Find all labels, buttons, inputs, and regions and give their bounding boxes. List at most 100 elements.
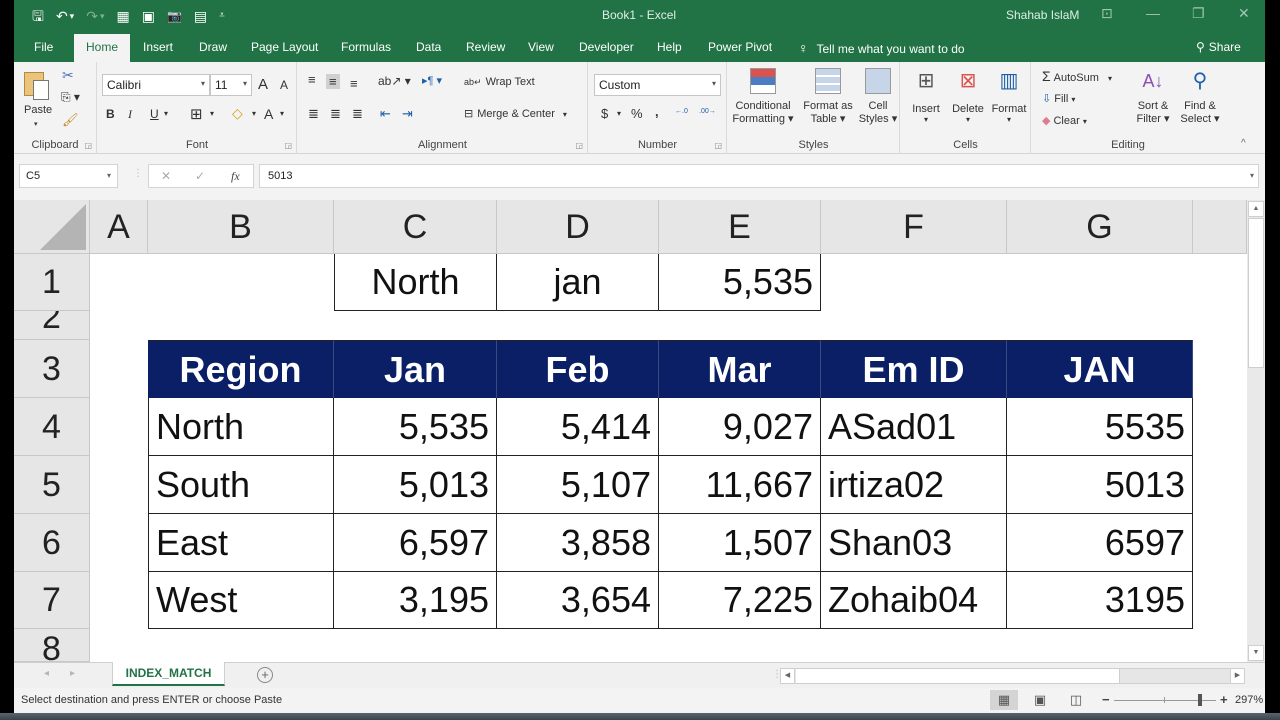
clear-button[interactable]: ◆ Clear ▾: [1042, 114, 1087, 127]
currency-button[interactable]: $: [601, 106, 608, 121]
table-header-jan[interactable]: JAN: [1007, 340, 1193, 398]
column-header-a[interactable]: A: [90, 200, 148, 254]
print-preview-icon[interactable]: ▣: [142, 6, 155, 26]
row-header-4[interactable]: 4: [14, 398, 90, 456]
alignment-launcher-icon[interactable]: ◲: [575, 141, 583, 150]
format-cells-button[interactable]: ▥ Format ▾: [989, 68, 1029, 134]
table-cell[interactable]: 3195: [1007, 572, 1193, 629]
borders-dropdown-icon[interactable]: ▾: [210, 109, 214, 118]
font-color-button[interactable]: A: [264, 106, 273, 122]
column-header-g[interactable]: G: [1007, 200, 1193, 254]
column-header-e[interactable]: E: [659, 200, 821, 254]
merge-center-button[interactable]: ⊟ Merge & Center ▾: [464, 107, 567, 120]
tab-home[interactable]: Home: [74, 34, 131, 62]
increase-indent-icon[interactable]: ⇥: [402, 106, 413, 122]
column-header-b[interactable]: B: [148, 200, 334, 254]
font-color-dropdown-icon[interactable]: ▾: [280, 109, 284, 118]
sheet-tab-index-match[interactable]: INDEX_MATCH: [112, 662, 225, 686]
row-header-5[interactable]: 5: [14, 456, 90, 514]
delete-cells-button[interactable]: ⊠ Delete ▾: [949, 68, 987, 134]
normal-view-icon[interactable]: ▦: [990, 690, 1018, 710]
table-cell[interactable]: Zohaib04: [821, 572, 1007, 629]
collapse-ribbon-icon[interactable]: ^: [1241, 138, 1246, 149]
table-header-mar[interactable]: Mar: [659, 340, 821, 398]
table-cell[interactable]: North: [148, 398, 334, 456]
tab-power-pivot[interactable]: Power Pivot: [708, 40, 772, 54]
lookup-cell-result[interactable]: 5,535: [659, 254, 821, 311]
decrease-indent-icon[interactable]: ⇤: [380, 106, 391, 122]
underline-dropdown-icon[interactable]: ▾: [164, 109, 168, 118]
horizontal-scroll-thumb[interactable]: [796, 669, 1120, 683]
minimize-icon[interactable]: —: [1146, 5, 1160, 21]
ribbon-display-options-icon[interactable]: ⊡: [1101, 5, 1113, 22]
page-break-view-icon[interactable]: ◫: [1062, 690, 1090, 710]
table-cell[interactable]: 5,013: [334, 456, 497, 514]
row-header-8[interactable]: 8: [14, 629, 90, 662]
lookup-cell-region[interactable]: North: [334, 254, 497, 311]
table-cell[interactable]: West: [148, 572, 334, 629]
scroll-up-icon[interactable]: ▲: [1248, 201, 1264, 217]
autosum-button[interactable]: Σ AutoSum ▾: [1042, 68, 1112, 84]
tab-data[interactable]: Data: [416, 40, 441, 54]
sort-filter-button[interactable]: A↓ Sort & Filter ▾: [1132, 68, 1174, 134]
next-sheet-icon[interactable]: ▸: [70, 668, 75, 679]
font-size-combo[interactable]: 11 ▾: [210, 74, 252, 96]
restore-icon[interactable]: ❐: [1192, 5, 1205, 22]
horizontal-scrollbar[interactable]: ◀ ▶: [780, 668, 1245, 684]
tab-formulas[interactable]: Formulas: [341, 40, 391, 54]
currency-dropdown-icon[interactable]: ▾: [617, 109, 621, 118]
row-header-3[interactable]: 3: [14, 340, 90, 398]
table-cell[interactable]: ASad01: [821, 398, 1007, 456]
table-cell[interactable]: 6,597: [334, 514, 497, 572]
copy-icon[interactable]: ⎘ ▾: [61, 90, 80, 105]
close-icon[interactable]: ✕: [1238, 5, 1250, 22]
borders-icon[interactable]: ⊞: [190, 105, 203, 123]
align-right-icon[interactable]: ≣: [352, 106, 363, 122]
table-cell[interactable]: 3,654: [497, 572, 659, 629]
lookup-cell-month[interactable]: jan: [497, 254, 659, 311]
page-layout-view-icon[interactable]: ▣: [1026, 690, 1054, 710]
table-cell[interactable]: 3,858: [497, 514, 659, 572]
redo-dropdown-icon[interactable]: ▾: [100, 6, 105, 26]
zoom-slider-knob[interactable]: [1198, 694, 1203, 706]
table-cell[interactable]: 11,667: [659, 456, 821, 514]
cell-styles-button[interactable]: Cell Styles ▾: [858, 68, 898, 134]
undo-icon[interactable]: ↶: [56, 6, 68, 26]
increase-decimal-button[interactable]: ←.0: [675, 108, 688, 115]
cancel-entry-icon[interactable]: ✕: [161, 169, 171, 183]
comma-button[interactable]: ,: [655, 104, 659, 119]
table-cell[interactable]: 6597: [1007, 514, 1193, 572]
paste-button[interactable]: Paste: [24, 104, 52, 116]
tab-help[interactable]: Help: [657, 40, 682, 54]
table-header-em-id[interactable]: Em ID: [821, 340, 1007, 398]
save-icon[interactable]: 🖫: [32, 6, 44, 26]
table-cell[interactable]: 5013: [1007, 456, 1193, 514]
table-cell[interactable]: 5535: [1007, 398, 1193, 456]
table-cell[interactable]: 7,225: [659, 572, 821, 629]
undo-dropdown-icon[interactable]: ▾: [70, 6, 75, 26]
find-select-button[interactable]: ⚲ Find & Select ▾: [1178, 68, 1222, 134]
zoom-level[interactable]: 297%: [1235, 694, 1263, 706]
insert-function-icon[interactable]: fx: [231, 169, 240, 184]
clipboard-launcher-icon[interactable]: ◲: [84, 141, 92, 150]
align-center-icon[interactable]: ≣: [330, 106, 341, 122]
conditional-formatting-button[interactable]: Conditional Formatting ▾: [732, 68, 794, 134]
tab-file[interactable]: File: [34, 40, 53, 54]
wrap-text-button[interactable]: ab↵ Wrap Text: [464, 76, 535, 88]
top-align-icon[interactable]: ≡: [308, 72, 316, 87]
tab-developer[interactable]: Developer: [579, 40, 634, 54]
tab-view[interactable]: View: [528, 40, 554, 54]
table-header-region[interactable]: Region: [148, 340, 334, 398]
decrease-decimal-button[interactable]: .00→: [699, 108, 716, 115]
scroll-left-icon[interactable]: ◀: [781, 669, 795, 683]
insert-cells-button[interactable]: ⊞ Insert ▾: [907, 68, 945, 134]
camera-icon[interactable]: 📷: [167, 6, 182, 26]
vertical-scrollbar[interactable]: ▲ ▼: [1247, 200, 1265, 662]
table-cell[interactable]: 5,107: [497, 456, 659, 514]
column-header-f[interactable]: F: [821, 200, 1007, 254]
font-name-combo[interactable]: Calibri ▾: [102, 74, 210, 96]
zoom-out-button[interactable]: −: [1102, 692, 1110, 707]
tab-page-layout[interactable]: Page Layout: [251, 40, 318, 54]
select-all-button[interactable]: [14, 200, 90, 254]
table-cell[interactable]: East: [148, 514, 334, 572]
